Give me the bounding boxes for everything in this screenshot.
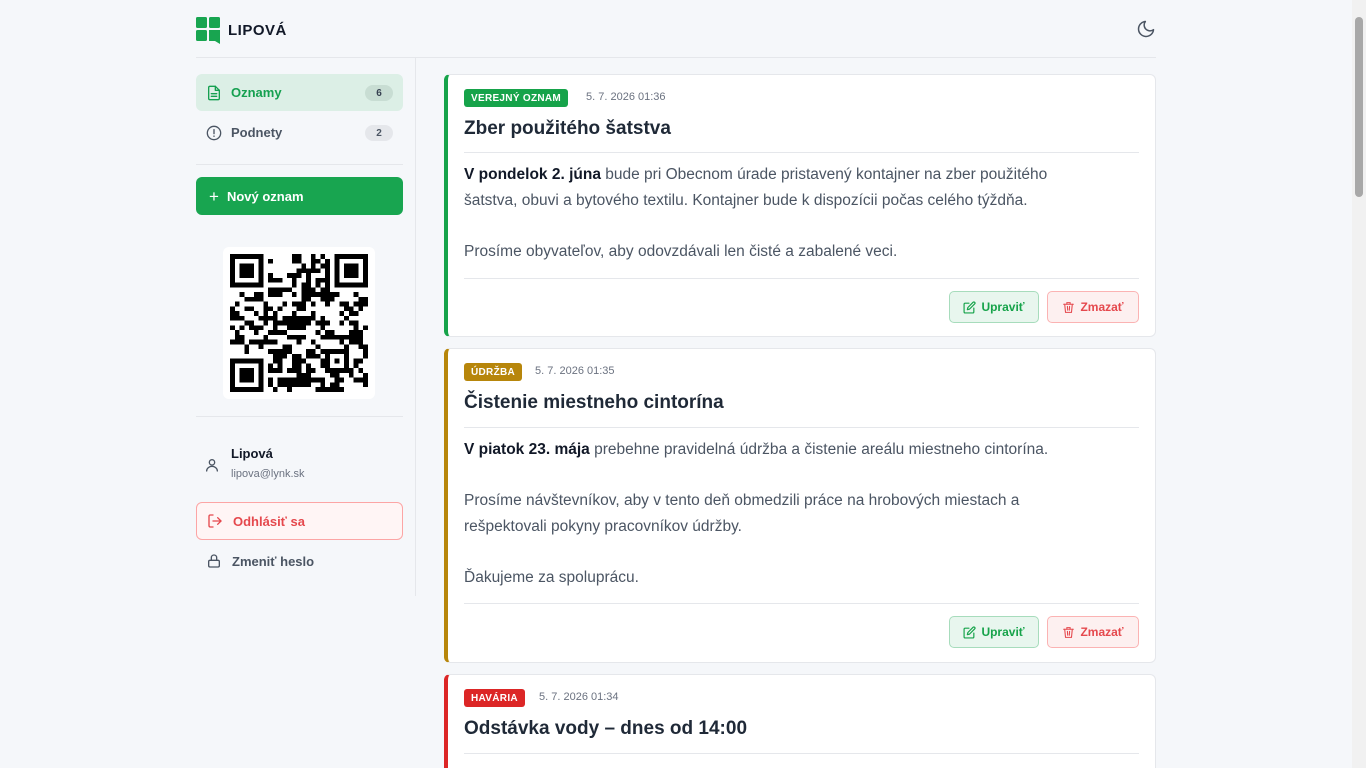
post-text: šatstva, obuvi a bytového textilu. Konta…	[464, 192, 1028, 209]
post-text: rešpektovali pokyny pracovníkov údržby.	[464, 518, 742, 535]
delete-button[interactable]: Zmazať	[1047, 616, 1139, 648]
divider	[196, 164, 403, 165]
post-date: 5. 7. 2026 01:35	[535, 365, 615, 377]
category-badge: VEREJNÝ OZNAM	[464, 89, 569, 107]
alert-circle-icon	[206, 125, 222, 141]
logout-button[interactable]: Odhlásiť sa	[196, 502, 403, 540]
announcement-card: ÚDRŽBA 5. 7. 2026 01:35 Čistenie miestne…	[444, 348, 1156, 663]
sidebar-item-podnety[interactable]: Podnety 2	[196, 114, 403, 151]
page-scrollbar[interactable]	[1352, 0, 1366, 768]
edit-icon	[963, 625, 976, 639]
top-header: LIPOVÁ	[196, 0, 1156, 58]
divider	[196, 416, 403, 417]
plus-icon: +	[209, 186, 219, 206]
post-text: Prosíme obyvateľov, aby odovzdávali len …	[464, 243, 898, 260]
sidebar-item-label: Oznamy	[231, 85, 282, 100]
edit-icon	[963, 300, 976, 314]
post-text: V piatok 23. mája prebehne pravidelná úd…	[464, 441, 1049, 458]
trash-icon	[1063, 301, 1075, 313]
category-badge: HAVÁRIA	[464, 689, 525, 707]
post-title: Odstávka vody – dnes od 14:00	[464, 718, 748, 739]
sidebar-item-label: Podnety	[231, 125, 283, 140]
sidebar-item-oznamy[interactable]: Oznamy 6	[196, 74, 403, 111]
new-announcement-button[interactable]: + Nový oznam	[196, 177, 403, 215]
logo-icon	[196, 17, 220, 44]
announcement-card: VEREJNÝ OZNAM 5. 7. 2026 01:36 Zber použ…	[444, 74, 1156, 337]
announcement-card: HAVÁRIA 5. 7. 2026 01:34 Odstávka vody –…	[444, 674, 1156, 768]
divider	[464, 152, 1139, 153]
logout-label: Odhlásiť sa	[233, 513, 305, 529]
edit-button[interactable]: Upraviť	[949, 291, 1039, 323]
user-name: Lipová	[231, 446, 273, 461]
post-text: V pondelok 2. júna bude pri Obecnom úrad…	[464, 166, 1048, 183]
post-date: 5. 7. 2026 01:34	[539, 691, 619, 703]
divider	[464, 753, 1139, 754]
theme-toggle-button[interactable]	[1136, 19, 1156, 39]
change-password-label: Zmeniť heslo	[232, 553, 315, 569]
change-password-button[interactable]: Zmeniť heslo	[196, 542, 403, 580]
post-date: 5. 7. 2026 01:36	[586, 91, 666, 103]
edit-button[interactable]: Upraviť	[949, 616, 1039, 648]
post-text: Ďakujeme za spoluprácu.	[464, 569, 639, 586]
divider	[464, 427, 1139, 428]
delete-button[interactable]: Zmazať	[1047, 291, 1139, 323]
lock-icon	[206, 553, 222, 569]
new-announcement-label: Nový oznam	[226, 188, 304, 204]
app-logo[interactable]: LIPOVÁ	[196, 17, 287, 44]
qr-code	[223, 247, 375, 399]
logout-icon	[207, 513, 223, 529]
scrollbar-thumb[interactable]	[1355, 17, 1363, 197]
category-badge: ÚDRŽBA	[464, 363, 523, 381]
divider	[464, 278, 1139, 279]
user-email: lipova@lynk.sk	[231, 468, 305, 480]
count-badge: 2	[365, 125, 393, 141]
sidebar: Oznamy 6 Podnety 2 + Nový oznam Lipová l…	[196, 58, 416, 596]
post-text: Prosíme návštevníkov, aby v tento deň ob…	[464, 492, 1020, 509]
trash-icon	[1063, 626, 1075, 638]
divider	[464, 603, 1139, 604]
user-icon	[204, 457, 220, 478]
post-title: Čistenie miestneho cintorína	[464, 392, 724, 413]
logo-text: LIPOVÁ	[228, 22, 287, 39]
document-icon	[206, 85, 222, 101]
moon-icon	[1137, 20, 1155, 38]
count-badge: 6	[365, 85, 393, 101]
post-title: Zber použitého šatstva	[464, 118, 671, 139]
